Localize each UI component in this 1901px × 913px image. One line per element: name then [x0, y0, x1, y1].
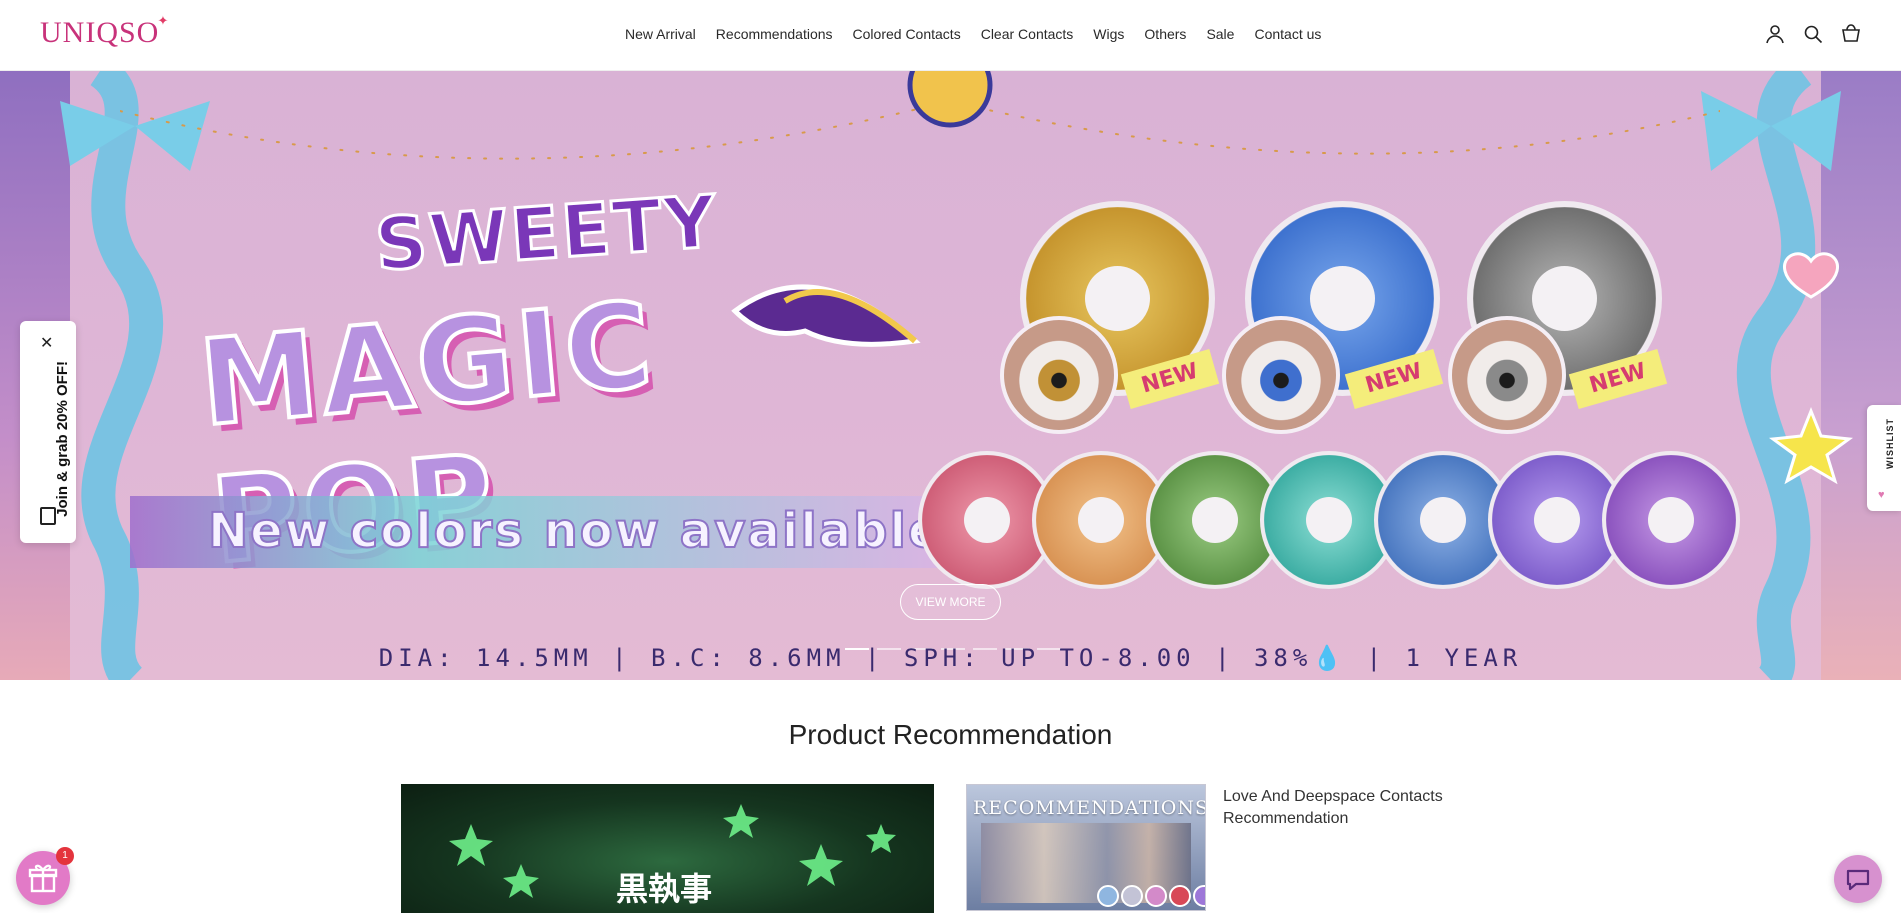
header-icons [1765, 24, 1861, 44]
wishlist-label: WISHLIST [1885, 418, 1895, 469]
logo-flare-icon: ✦ [157, 13, 170, 28]
nav-colored-contacts[interactable]: Colored Contacts [853, 26, 961, 42]
nav-recommendations[interactable]: Recommendations [716, 26, 833, 42]
nav-wigs[interactable]: Wigs [1093, 26, 1124, 42]
product-card-recommendations[interactable]: RECOMMENDATIONS [966, 784, 1206, 911]
site-header: UNIQSO ✦ New Arrival Recommendations Colo… [0, 0, 1901, 71]
hero-banner[interactable]: SWEETY MAGIC POP New colors now availabl… [0, 71, 1901, 680]
logo[interactable]: UNIQSO ✦ [40, 13, 168, 50]
lens-purple [1602, 451, 1740, 589]
lens-sample [1145, 885, 1167, 907]
discount-popup-text: Join & grab 20% OFF! [54, 361, 71, 517]
lens-specs: DIA: 14.5MM | B.C: 8.6MM | SPH: UP TO-8.… [378, 644, 1523, 672]
eye-blue [1222, 316, 1340, 434]
chat-button[interactable] [1834, 855, 1882, 903]
nav-others[interactable]: Others [1144, 26, 1186, 42]
hero-title-top: SWEETY [371, 178, 722, 289]
cart-icon[interactable] [1841, 24, 1861, 44]
banner-text: New colors now available! [207, 502, 967, 560]
lens-samples [1097, 885, 1205, 907]
rewards-badge: 1 [56, 847, 74, 865]
section-title: Product Recommendation [788, 719, 1113, 750]
lens-sample [1169, 885, 1191, 907]
lens-sample [1097, 885, 1119, 907]
nav-clear-contacts[interactable]: Clear Contacts [981, 26, 1074, 42]
nav-new-arrival[interactable]: New Arrival [625, 26, 696, 42]
gift-card-icon [40, 507, 56, 525]
rewards-button[interactable]: 1 [16, 847, 74, 905]
bead-garland-decoration [120, 71, 1720, 160]
view-more-button[interactable]: VIEW MORE [900, 584, 1001, 620]
heart-icon: ♥ [1878, 489, 1885, 501]
nav-sale[interactable]: Sale [1206, 26, 1234, 42]
lens-sample [1121, 885, 1143, 907]
product-card-brand: 黒執事 [616, 870, 713, 908]
product-card-title: RECOMMENDATIONS [973, 797, 1206, 819]
hero-title: SWEETY MAGIC POP [185, 178, 975, 592]
product-card-featured[interactable]: 黒執事 [401, 784, 934, 913]
lens-sample [1193, 885, 1205, 907]
witch-hat-icon [731, 284, 921, 347]
nav-contact-us[interactable]: Contact us [1254, 26, 1321, 42]
logo-text: UNIQSO [40, 16, 160, 49]
eye-gray [1448, 316, 1566, 434]
product-card-description[interactable]: Love And Deepspace Contacts Recommendati… [1223, 786, 1483, 830]
account-icon[interactable] [1765, 24, 1785, 44]
chat-icon [1846, 869, 1870, 891]
search-icon[interactable] [1803, 24, 1823, 44]
wishlist-tab[interactable]: WISHLIST ♥ [1867, 405, 1901, 511]
eye-gold [1000, 316, 1118, 434]
main-nav: New Arrival Recommendations Colored Cont… [625, 26, 1341, 42]
discount-popup[interactable]: ✕ Join & grab 20% OFF! [20, 321, 76, 543]
close-icon[interactable]: ✕ [40, 333, 53, 353]
